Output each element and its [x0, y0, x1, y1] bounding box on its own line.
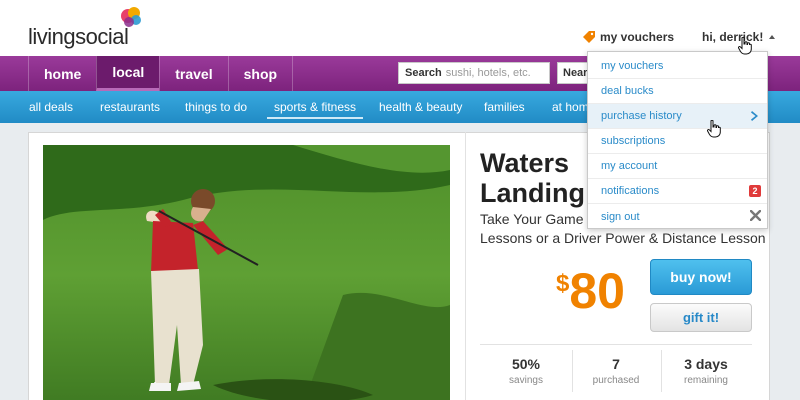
menu-item-purchase-history[interactable]: purchase history: [588, 104, 767, 129]
search-label: Search: [405, 67, 442, 79]
category-label: restaurants: [100, 100, 161, 114]
menu-item-deal-bucks[interactable]: deal bucks: [588, 79, 767, 104]
menu-item-my-vouchers[interactable]: my vouchers: [588, 54, 767, 79]
category-at-home[interactable]: at hom: [552, 91, 589, 123]
panel-divider: [465, 132, 466, 400]
stat-savings: 50% savings: [482, 356, 570, 386]
notification-count-badge: 2: [749, 185, 761, 197]
category-label: at hom: [552, 100, 589, 114]
gift-it-button[interactable]: gift it!: [650, 303, 752, 332]
tab-shop[interactable]: shop: [227, 56, 294, 91]
menu-item-my-account[interactable]: my account: [588, 154, 767, 179]
deal-photo[interactable]: [43, 145, 450, 400]
menu-item-label: my account: [601, 160, 658, 172]
close-icon[interactable]: [750, 210, 761, 221]
menu-item-label: my vouchers: [601, 60, 664, 72]
category-label: things to do: [185, 100, 248, 114]
category-health-beauty[interactable]: health & beauty: [379, 91, 462, 123]
buy-now-button[interactable]: buy now!: [650, 259, 752, 295]
menu-item-notifications[interactable]: notifications 2: [588, 179, 767, 204]
tab-travel-label: travel: [175, 65, 213, 82]
gift-it-label: gift it!: [682, 310, 720, 325]
tab-local[interactable]: local: [96, 56, 160, 91]
livingsocial-logo[interactable]: livingsocial: [28, 6, 148, 50]
tab-travel[interactable]: travel: [159, 56, 227, 91]
category-sports-fitness[interactable]: sports & fitness: [266, 91, 364, 123]
deal-subtitle-line2: Lessons or a Driver Power & Distance Les…: [480, 230, 766, 246]
price-currency: $: [556, 270, 570, 297]
user-dropdown-menu: my vouchers deal bucks purchase history …: [587, 51, 768, 229]
user-menu-toggle[interactable]: hi, derrick!: [702, 28, 776, 46]
menu-item-label: deal bucks: [601, 85, 654, 97]
primary-tabs: home local travel shop: [28, 56, 294, 91]
menu-item-label: sign out: [601, 210, 640, 223]
golfer-image: [43, 145, 450, 400]
stat-value: 50%: [511, 356, 541, 372]
menu-item-sign-out[interactable]: sign out: [588, 204, 767, 229]
menu-item-subscriptions[interactable]: subscriptions: [588, 129, 767, 154]
category-all-deals[interactable]: all deals: [29, 91, 73, 123]
category-label: all deals: [29, 100, 74, 114]
chevron-right-icon: [751, 111, 758, 121]
price-amount: 80: [569, 263, 625, 319]
stat-label: purchased: [592, 375, 640, 386]
category-things-to-do[interactable]: things to do: [185, 91, 247, 123]
deal-title: Waters Landing: [480, 148, 585, 208]
near-label: Near: [563, 67, 588, 79]
stat-label: savings: [509, 375, 543, 386]
menu-item-label: purchase history: [601, 110, 682, 122]
logo-text: livingsocial: [28, 24, 129, 49]
category-label: sports & fitness: [274, 100, 357, 114]
stat-value: 7: [612, 356, 620, 372]
menu-item-label: notifications: [601, 185, 660, 197]
stat-purchased: 7 purchased: [572, 356, 660, 386]
search-placeholder: sushi, hotels, etc.: [445, 67, 531, 79]
category-label: health & beauty: [379, 100, 463, 114]
my-vouchers-link[interactable]: my vouchers: [583, 28, 674, 46]
header: livingsocial my vouchers hi, derrick!: [0, 0, 800, 56]
category-restaurants[interactable]: restaurants: [100, 91, 160, 123]
stat-label: remaining: [684, 375, 728, 386]
category-families[interactable]: families: [484, 91, 525, 123]
category-label: families: [484, 100, 525, 114]
stats-divider: [480, 344, 752, 345]
tag-icon: [583, 31, 595, 43]
search-input[interactable]: Search sushi, hotels, etc.: [398, 62, 550, 84]
menu-item-label: subscriptions: [601, 135, 666, 147]
tab-home[interactable]: home: [28, 56, 96, 91]
deal-price: $ 80: [556, 264, 625, 318]
caret-up-icon: [769, 35, 776, 39]
stat-value: 3 days: [684, 356, 728, 372]
user-greeting: hi, derrick!: [702, 30, 764, 44]
tab-local-label: local: [112, 64, 145, 80]
my-vouchers-label: my vouchers: [600, 30, 675, 44]
tab-shop-label: shop: [243, 65, 278, 82]
buy-now-label: buy now!: [670, 269, 732, 285]
tab-home-label: home: [44, 65, 82, 82]
stat-remaining: 3 days remaining: [662, 356, 750, 386]
